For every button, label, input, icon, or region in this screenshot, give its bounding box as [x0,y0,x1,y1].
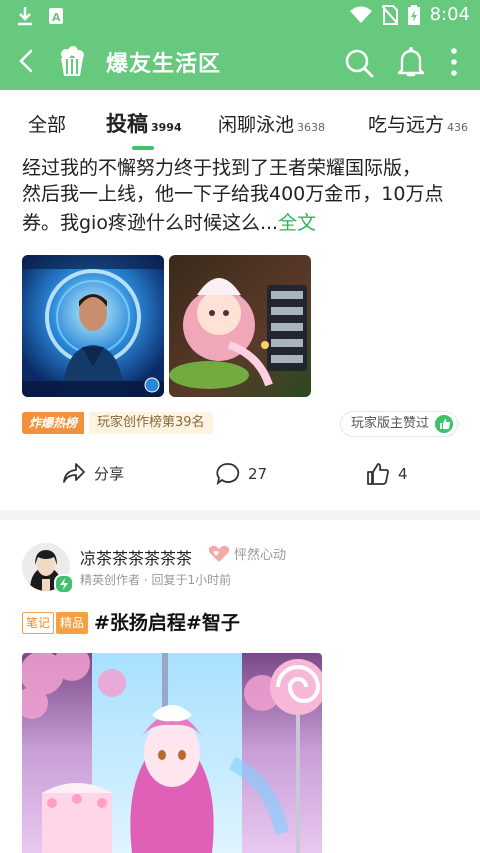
tab-food-travel[interactable]: 吃与远方 436 [368,110,468,137]
tab-label: 投稿 [106,112,148,136]
post-title[interactable]: #张扬启程#智子 [94,608,240,635]
popcorn-logo-icon [61,46,84,76]
moderator-praised-badge: 玩家版主赞过 [340,411,459,437]
tab-label: 全部 [28,114,67,136]
post-text-line-2: 然后我一上线，他一下子给我400万金币，10万点 [22,183,444,205]
tab-count: 3638 [297,121,326,134]
share-icon [63,463,85,483]
tab-all[interactable]: 全部 [28,110,66,137]
mood-label: 怦然心动 [234,548,287,563]
comment-button[interactable]: 27 [216,462,267,486]
note-tag: 笔记 [22,612,55,634]
search-icon[interactable] [344,48,374,78]
bell-icon[interactable] [396,46,426,78]
comment-count: 27 [248,465,268,483]
share-label: 分享 [94,464,125,483]
wifi-icon [349,6,372,23]
hot-list-tag[interactable]: 炸爆热榜 [22,412,85,434]
app-bar: 爆友生活区 [0,34,480,90]
tab-submissions[interactable]: 投稿 3994 [106,108,182,138]
tab-label: 吃与远方 [368,114,445,136]
tab-chat-pool[interactable]: 闲聊泳池 3638 [218,110,325,137]
tab-count: 436 [447,121,469,134]
more-vertical-icon[interactable] [448,46,460,78]
post-image-hero[interactable] [22,255,164,397]
mood-tag: ♥ 怦然心动 [208,544,286,563]
svg-text:A: A [52,11,61,24]
like-count: 4 [398,465,408,483]
battery-icon [407,4,420,25]
post-text-line-3: 券。我gio疼逊什么时候这么...全文 [22,209,472,238]
notification-a-icon: A [49,8,63,24]
read-more-link[interactable]: 全文 [278,212,316,234]
back-arrow-icon[interactable] [12,46,42,76]
heart-mood-icon: ♥ [208,545,230,562]
author-subline: 精英创作者 · 回复于1小时前 [80,573,232,587]
post-text-line-1: 经过我的不懈努力终于找到了王者荣耀国际版， [22,157,422,179]
username[interactable]: 凉茶茶茶茶茶茶 [80,545,192,569]
comment-icon [216,463,240,486]
post-text-line-3-content: 券。我gio疼逊什么时候这么... [22,212,279,234]
creator-rank-tag[interactable]: 玩家创作榜第39名 [89,412,213,434]
category-tabs: 全部 投稿 3994 闲聊泳池 3638 吃与远方 436 [0,90,480,152]
no-sim-icon [381,4,398,25]
like-button[interactable]: 4 [366,462,408,486]
verified-lightning-icon [54,574,74,594]
download-icon [18,7,32,26]
thumb-up-icon [367,463,389,485]
post-divider [0,510,480,520]
tab-count: 3994 [151,121,182,134]
post-body[interactable]: 经过我的不懈努力终于找到了王者荣耀国际版， 然后我一上线，他一下子给我400万金… [22,150,472,238]
page-title: 爆友生活区 [106,52,222,77]
praise-label: 玩家版主赞过 [351,416,430,431]
svg-text:♥: ♥ [213,550,219,558]
thumb-up-badge-icon [435,415,454,433]
tab-label: 闲聊泳池 [218,114,295,136]
post-image-game[interactable] [169,255,311,397]
post-actions: 分享 27 4 [0,458,480,494]
status-bar: A 8:04 [0,0,480,34]
post-image-anime[interactable] [22,653,322,853]
share-button[interactable]: 分享 [62,462,124,484]
featured-tag: 精品 [56,612,89,634]
status-time: 8:04 [429,4,470,25]
